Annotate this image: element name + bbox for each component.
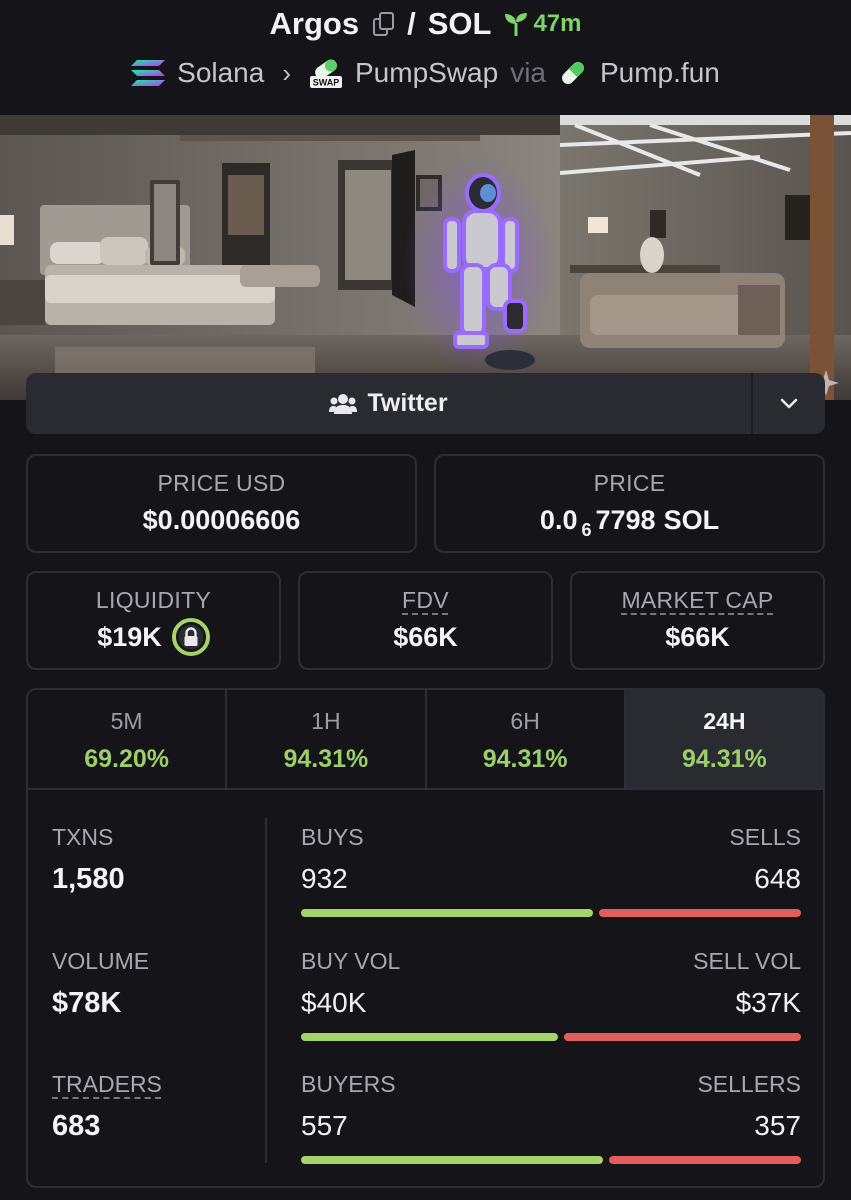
sell-vol-value: $37K: [735, 987, 801, 1018]
quote-symbol: SOL: [427, 6, 492, 41]
buy-vol-value: $40K: [301, 987, 367, 1018]
liquidity-card: LIQUIDITY $19K: [26, 571, 281, 670]
pill-icon: [562, 62, 584, 84]
via-label: via: [510, 57, 546, 88]
stats-divider: [265, 818, 267, 1163]
price-prefix: 0.0: [539, 505, 578, 535]
fdv-card: FDV $66K: [298, 571, 553, 670]
stats-body: TXNS 1,580 VOLUME $78K TRADERS 683 BUYS …: [28, 790, 823, 1186]
swap-badge-text: SWAP: [313, 78, 340, 88]
market-cap-label[interactable]: MARKET CAP: [572, 587, 823, 614]
txns-label: TXNS: [52, 824, 114, 850]
tab-change: 94.31%: [681, 745, 767, 773]
price-zero-count: 6: [581, 520, 592, 540]
buy-vol-bar-fill: [301, 1033, 558, 1041]
buyers-sellers-ratio: BUYERS SELLERS 557 357: [301, 1071, 801, 1164]
token-banner-image: [0, 115, 851, 400]
tab-change: 69.20%: [84, 745, 170, 773]
buys-sells-ratio: BUYS SELLS 932 648: [301, 824, 801, 917]
liquidity-label: LIQUIDITY: [95, 587, 212, 613]
chain-breadcrumb: Solana › SWAP PumpSwap via Pump.fun: [0, 56, 851, 90]
txns-value: 1,580: [52, 863, 125, 895]
lock-icon[interactable]: [171, 618, 210, 656]
buyers-label: BUYERS: [301, 1071, 396, 1097]
price-usd-value: $0.00006606: [142, 505, 301, 535]
tab-label: 24H: [703, 708, 746, 734]
volume-ratio: BUY VOL SELL VOL $40K $37K: [301, 948, 801, 1041]
volume-stat: VOLUME $78K: [52, 948, 149, 1020]
tab-1h[interactable]: 1H 94.31%: [227, 690, 427, 788]
traders-value: 683: [52, 1110, 101, 1142]
social-links-bar: Twitter: [26, 373, 825, 434]
sell-vol-label: SELL VOL: [693, 948, 801, 974]
fdv-label[interactable]: FDV: [300, 587, 551, 614]
token-name: Argos: [269, 6, 360, 41]
volume-value: $78K: [52, 987, 122, 1019]
pair-separator: /: [407, 6, 416, 41]
buys-value: 932: [301, 863, 348, 894]
sellers-value: 357: [754, 1110, 801, 1141]
sprout-icon: [505, 13, 528, 36]
people-icon: [329, 393, 358, 414]
price-native-label: PRICE: [593, 470, 666, 496]
tab-label: 5M: [110, 708, 143, 734]
price-usd-card: PRICE USD $0.00006606: [26, 454, 417, 553]
age-text: 47m: [533, 10, 582, 37]
market-cap-card: MARKET CAP $66K: [570, 571, 825, 670]
traders-label[interactable]: TRADERS: [52, 1071, 162, 1098]
tab-label: 1H: [311, 708, 341, 734]
social-dropdown-button[interactable]: [753, 373, 825, 434]
dex-name[interactable]: PumpSwap: [355, 57, 498, 89]
sell-vol-bar-fill: [564, 1033, 801, 1041]
liquidity-value: $19K: [97, 621, 162, 652]
tab-6h[interactable]: 6H 94.31%: [426, 690, 626, 788]
solana-icon: [131, 60, 166, 86]
tab-label: 6H: [510, 708, 540, 734]
sells-value: 648: [754, 863, 801, 894]
chevron-right-icon: ›: [282, 57, 291, 88]
price-unit: SOL: [663, 505, 720, 535]
volume-bar: [301, 1033, 801, 1041]
liquidity-value-row: $19K: [28, 618, 279, 656]
buy-bar-fill: [301, 909, 593, 917]
tab-24h[interactable]: 24H 94.31%: [625, 690, 823, 788]
timeframe-tabs: 5M 69.20% 1H 94.31% 6H 94.31% 24H 94.31%: [28, 690, 823, 790]
pair-header: Argos / SOL 47m Solana › SWAP PumpSwap v…: [0, 0, 851, 115]
txns-stat: TXNS 1,580: [52, 824, 125, 896]
launchpad-name[interactable]: Pump.fun: [600, 57, 720, 89]
twitter-button[interactable]: Twitter: [26, 373, 753, 434]
fdv-value: $66K: [393, 622, 458, 652]
sell-bar-fill: [599, 909, 801, 917]
sellers-label: SELLERS: [697, 1071, 801, 1097]
price-usd-label: PRICE USD: [157, 470, 286, 496]
pair-age: 47m: [503, 10, 581, 38]
price-digits: 7798: [595, 505, 656, 535]
buyers-bar-fill: [301, 1156, 603, 1164]
twitter-label: Twitter: [367, 389, 448, 417]
tab-change: 94.31%: [482, 745, 568, 773]
tab-5m[interactable]: 5M 69.20%: [28, 690, 228, 788]
market-cap-value: $66K: [665, 622, 730, 652]
price-native-card: PRICE 0.0 6 7798 SOL: [434, 454, 825, 553]
sells-label: SELLS: [729, 824, 801, 850]
copy-icon[interactable]: [373, 12, 395, 36]
pumpswap-icon: SWAP: [310, 59, 342, 88]
sellers-bar-fill: [609, 1156, 801, 1164]
chain-name[interactable]: Solana: [177, 57, 264, 89]
tab-change: 94.31%: [283, 745, 369, 773]
buys-label: BUYS: [301, 824, 364, 850]
pair-title: Argos / SOL 47m: [0, 6, 851, 42]
buyers-value: 557: [301, 1110, 348, 1141]
traders-stat: TRADERS 683: [52, 1071, 162, 1143]
buy-vol-label: BUY VOL: [301, 948, 401, 974]
stats-panel: 5M 69.20% 1H 94.31% 6H 94.31% 24H 94.31%…: [26, 688, 825, 1188]
buyers-sellers-bar: [301, 1156, 801, 1164]
chevron-down-icon: [780, 398, 798, 408]
volume-label: VOLUME: [52, 948, 150, 974]
price-native-value: 0.0 6 7798 SOL: [436, 505, 823, 540]
buys-sells-bar: [301, 909, 801, 917]
